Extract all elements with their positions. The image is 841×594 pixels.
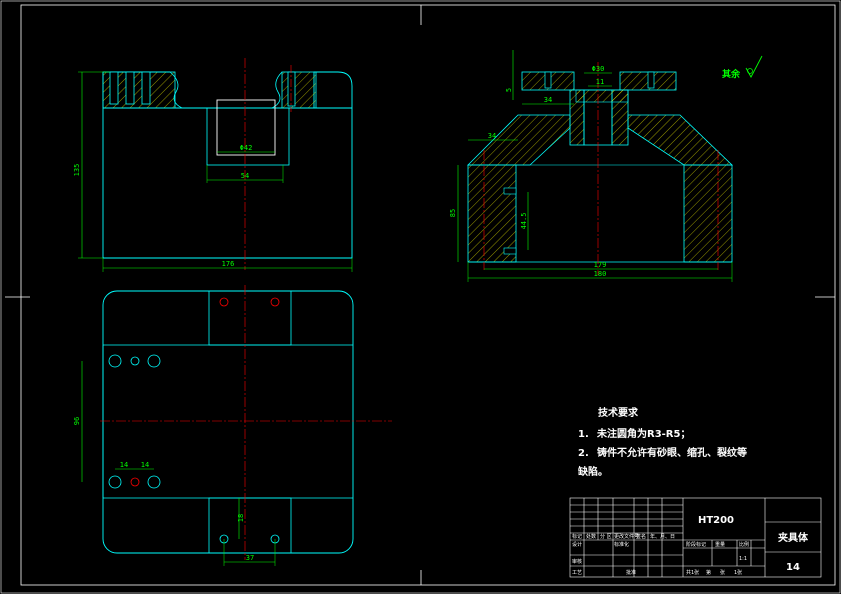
tech-continuation: 缺陷。 — [577, 465, 608, 478]
tb-stage-header-1: 重量 — [715, 541, 725, 548]
drawing-sheet: 135 Φ42 54 176 96 14 14 18 37 Φ30 11 34 … — [0, 0, 841, 594]
front-left-slot-2 — [125, 71, 135, 105]
roughness-icon — [745, 55, 763, 78]
title-block-text: HT200 夹具体 14 标记 处数 分 区 更改文件号 签名 年、月、日 设计… — [572, 515, 809, 576]
top-hole-ul-2 — [130, 356, 140, 366]
sec-dim-5: 5 — [505, 88, 513, 92]
top-dim-spacing: 96 — [73, 417, 81, 425]
tb-sheet-2: 张 — [720, 569, 725, 576]
sec-wall-hole-1 — [503, 187, 517, 195]
top-hole-ll-3 — [147, 475, 161, 489]
top-dim-37: 37 — [246, 554, 254, 562]
tb-stage-header-2: 比例 — [739, 541, 749, 548]
tb-row-label-0: 标记 — [572, 533, 582, 540]
sec-wall-hole-2 — [503, 247, 517, 255]
sec-dim-179: 179 — [594, 261, 607, 269]
sec-slope-right — [627, 114, 733, 166]
tb-material: HT200 — [698, 515, 734, 526]
tech-title: 技术要求 — [598, 406, 639, 419]
tb-row-label-1: 处数 — [586, 533, 596, 540]
tech-item-1-num: 1. — [578, 429, 589, 440]
front-cavity-outer — [206, 107, 290, 166]
technical-requirements: 技术要求 1. 未注圆角为R3-R5； 2. 铸件不允许有砂眼、缩孔、裂纹等 缺… — [577, 406, 747, 478]
tb-scale: 1:1 — [739, 556, 747, 562]
tb-row-label-2: 分 区 — [600, 533, 612, 540]
front-view: 135 Φ42 54 176 — [73, 58, 353, 272]
tb-row-label-5: 年、月、日 — [650, 533, 675, 540]
tb-left-label-1: 审核 — [572, 558, 582, 565]
front-dim-width: 176 — [222, 260, 235, 268]
tb-sheet-0: 共1张 — [686, 569, 699, 576]
front-dim-slot: 54 — [241, 172, 249, 180]
top-hole-ll-2 — [130, 477, 140, 487]
tb-sheet-1: 第 — [706, 569, 711, 576]
sec-dim-34top: 34 — [544, 96, 552, 104]
tech-item-1: 未注圆角为R3-R5； — [596, 427, 690, 440]
top-boss-hole-2 — [270, 297, 280, 307]
tb-part-name: 夹具体 — [778, 531, 809, 544]
sec-flange-left-slot — [544, 71, 552, 89]
roughness-label: 其余 — [722, 68, 741, 80]
tech-item-2: 铸件不允许有砂眼、缩孔、裂纹等 — [597, 446, 747, 459]
top-dim-14b: 14 — [141, 461, 149, 469]
top-boss-hole-1 — [219, 297, 229, 307]
tb-left-label-0: 设计 — [572, 541, 582, 548]
sec-dim-180: 180 — [594, 270, 607, 278]
front-right-slot — [287, 71, 296, 107]
sec-dim-11: 11 — [596, 78, 604, 86]
sec-dim-34left: 34 — [488, 132, 496, 140]
tb-sheet-3: 1张 — [734, 569, 742, 576]
tb-std-label: 标准化 — [614, 541, 629, 548]
sec-dim-top-bore: Φ30 — [592, 65, 605, 73]
tb-stage-header-0: 阶段标记 — [686, 541, 706, 548]
front-dim-bore: Φ42 — [240, 144, 253, 152]
front-break-right — [271, 71, 283, 109]
tb-row-label-4: 签名 — [636, 533, 646, 540]
roughness-circle-icon — [747, 68, 753, 74]
top-hole-ul-1 — [108, 354, 122, 368]
front-left-slot-3 — [141, 71, 151, 105]
top-dim-18: 18 — [237, 514, 245, 522]
top-outline — [102, 290, 354, 554]
sec-dim-445: 44.5 — [520, 213, 528, 230]
sec-wall-right — [683, 164, 733, 263]
top-dim-14a: 14 — [120, 461, 128, 469]
top-lower-boss — [208, 497, 292, 554]
tb-drawing-no: 14 — [786, 562, 800, 573]
top-hole-ul-3 — [147, 354, 161, 368]
top-hole-ll-1 — [108, 475, 122, 489]
section-view: Φ30 11 34 5 34 85 44.5 179 180 — [449, 50, 733, 282]
tb-left-label-2: 工艺 — [572, 570, 582, 576]
tech-item-2-num: 2. — [578, 448, 589, 459]
sec-wall-left — [467, 164, 517, 263]
tb-approve-label: 批准 — [626, 569, 636, 576]
front-right-section — [281, 71, 317, 109]
roughness-note: 其余 — [722, 55, 763, 80]
top-view: 96 14 14 18 37 — [73, 285, 392, 566]
sec-dim-85: 85 — [449, 209, 457, 217]
front-left-slot-1 — [109, 71, 119, 105]
sec-neck — [575, 89, 629, 103]
sec-flange-right-slot — [647, 71, 655, 89]
front-dim-height: 135 — [73, 164, 81, 177]
